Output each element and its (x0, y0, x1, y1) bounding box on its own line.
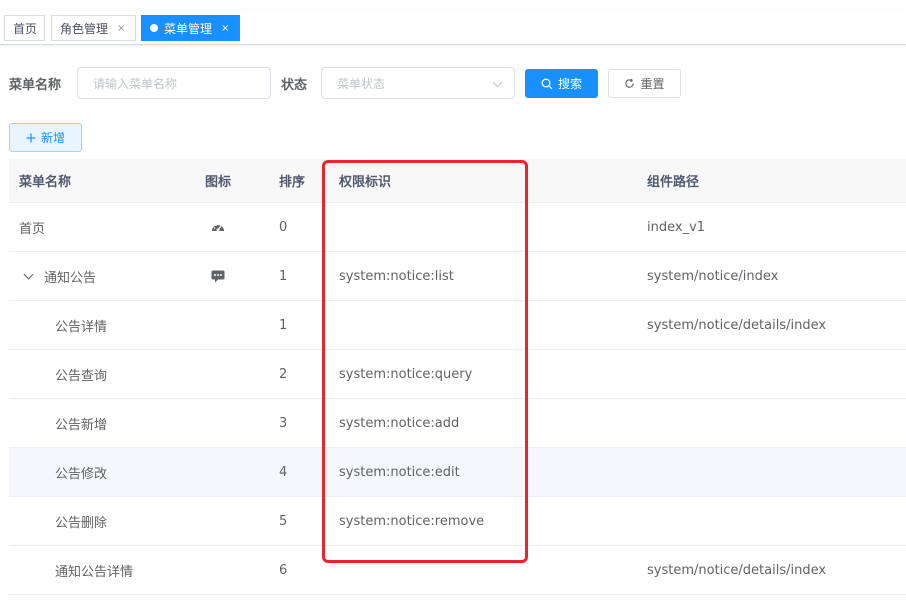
status-select[interactable]: 菜单状态 (321, 67, 515, 99)
status-label: 状态 (281, 78, 308, 93)
row-order: 3 (279, 415, 288, 431)
menu-name-label: 菜单名称 (9, 78, 62, 93)
table-row[interactable]: 首页 0 index_v1 (9, 203, 906, 252)
row-name: 通知公告 (44, 270, 97, 286)
column-header-order[interactable]: 排序 (279, 159, 305, 202)
row-name-cell: 通知公告 (19, 252, 96, 300)
search-button[interactable]: 搜索 (525, 69, 598, 98)
row-name: 公告删除 (55, 515, 108, 531)
row-path: system/notice/index (647, 268, 779, 284)
tag-menu-label: 菜单管理 (164, 21, 213, 36)
menu-name-input[interactable]: 请输入菜单名称 (77, 67, 271, 99)
table-row[interactable]: 公告新增 3 system:notice:add (9, 399, 906, 448)
tag-home-label: 首页 (13, 21, 38, 36)
table-row[interactable]: 公告修改 4 system:notice:edit (9, 448, 906, 497)
table-row[interactable]: 通知公告 1 system:notice:list system/notice/… (9, 252, 906, 301)
column-header-perm[interactable]: 权限标识 (339, 159, 391, 202)
tag-home[interactable]: 首页 (4, 15, 45, 41)
reset-button-label: 重置 (640, 77, 665, 91)
active-dot-icon (150, 24, 158, 32)
row-name: 通知公告详情 (55, 564, 134, 580)
message-icon (211, 252, 225, 300)
menu-name-placeholder: 请输入菜单名称 (93, 76, 178, 91)
row-name: 公告查询 (55, 368, 108, 384)
row-perm: system:notice:add (339, 415, 460, 431)
tag-role-management[interactable]: 角色管理 × (51, 15, 136, 41)
close-icon[interactable]: × (221, 23, 229, 34)
table-row[interactable]: 公告详情 1 system/notice/details/index (9, 301, 906, 350)
row-path: system/notice/details/index (647, 562, 827, 578)
add-button[interactable]: 新增 (9, 123, 82, 152)
status-placeholder: 菜单状态 (337, 76, 386, 91)
plus-icon (26, 133, 36, 142)
row-path: system/notice/details/index (647, 317, 827, 333)
column-header-name[interactable]: 菜单名称 (19, 159, 71, 202)
row-order: 1 (279, 268, 288, 284)
tag-role-label: 角色管理 (60, 21, 109, 36)
row-order: 1 (279, 317, 288, 333)
close-icon[interactable]: × (117, 23, 125, 34)
reset-button[interactable]: 重置 (608, 69, 681, 98)
row-path: index_v1 (647, 219, 706, 235)
table-row[interactable]: 公告查询 2 system:notice:query (9, 350, 906, 399)
add-button-label: 新增 (40, 131, 65, 145)
refresh-icon (625, 78, 635, 88)
row-order: 4 (279, 464, 288, 480)
column-header-icon[interactable]: 图标 (205, 159, 231, 202)
table-header: 菜单名称 图标 排序 权限标识 组件路径 (9, 159, 906, 203)
menu-table: 菜单名称 图标 排序 权限标识 组件路径 首页 0 index_v1 通知公告 (9, 159, 906, 595)
dashboard-icon (211, 203, 225, 251)
row-order: 5 (279, 513, 288, 529)
tag-menu-management[interactable]: 菜单管理 × (141, 15, 240, 41)
row-perm: system:notice:edit (339, 464, 460, 480)
row-order: 6 (279, 562, 288, 578)
row-perm: system:notice:remove (339, 513, 485, 529)
row-name: 公告新增 (55, 417, 108, 433)
tags-view-bar: 首页 角色管理 × 菜单管理 × (0, 10, 906, 45)
row-name: 首页 (19, 221, 46, 237)
table-row[interactable]: 公告删除 5 system:notice:remove (9, 497, 906, 546)
row-order: 0 (279, 219, 288, 235)
table-row[interactable]: 通知公告详情 6 system/notice/details/index (9, 546, 906, 595)
search-button-label: 搜索 (557, 77, 582, 91)
row-name: 公告详情 (55, 319, 108, 335)
row-perm: system:notice:query (339, 366, 473, 382)
row-perm: system:notice:list (339, 268, 454, 284)
search-icon (541, 78, 553, 89)
chevron-down-icon (492, 77, 503, 88)
row-order: 2 (279, 366, 288, 382)
column-header-path[interactable]: 组件路径 (647, 159, 699, 202)
row-name: 公告修改 (55, 466, 108, 482)
expand-chevron-icon[interactable] (23, 269, 34, 279)
